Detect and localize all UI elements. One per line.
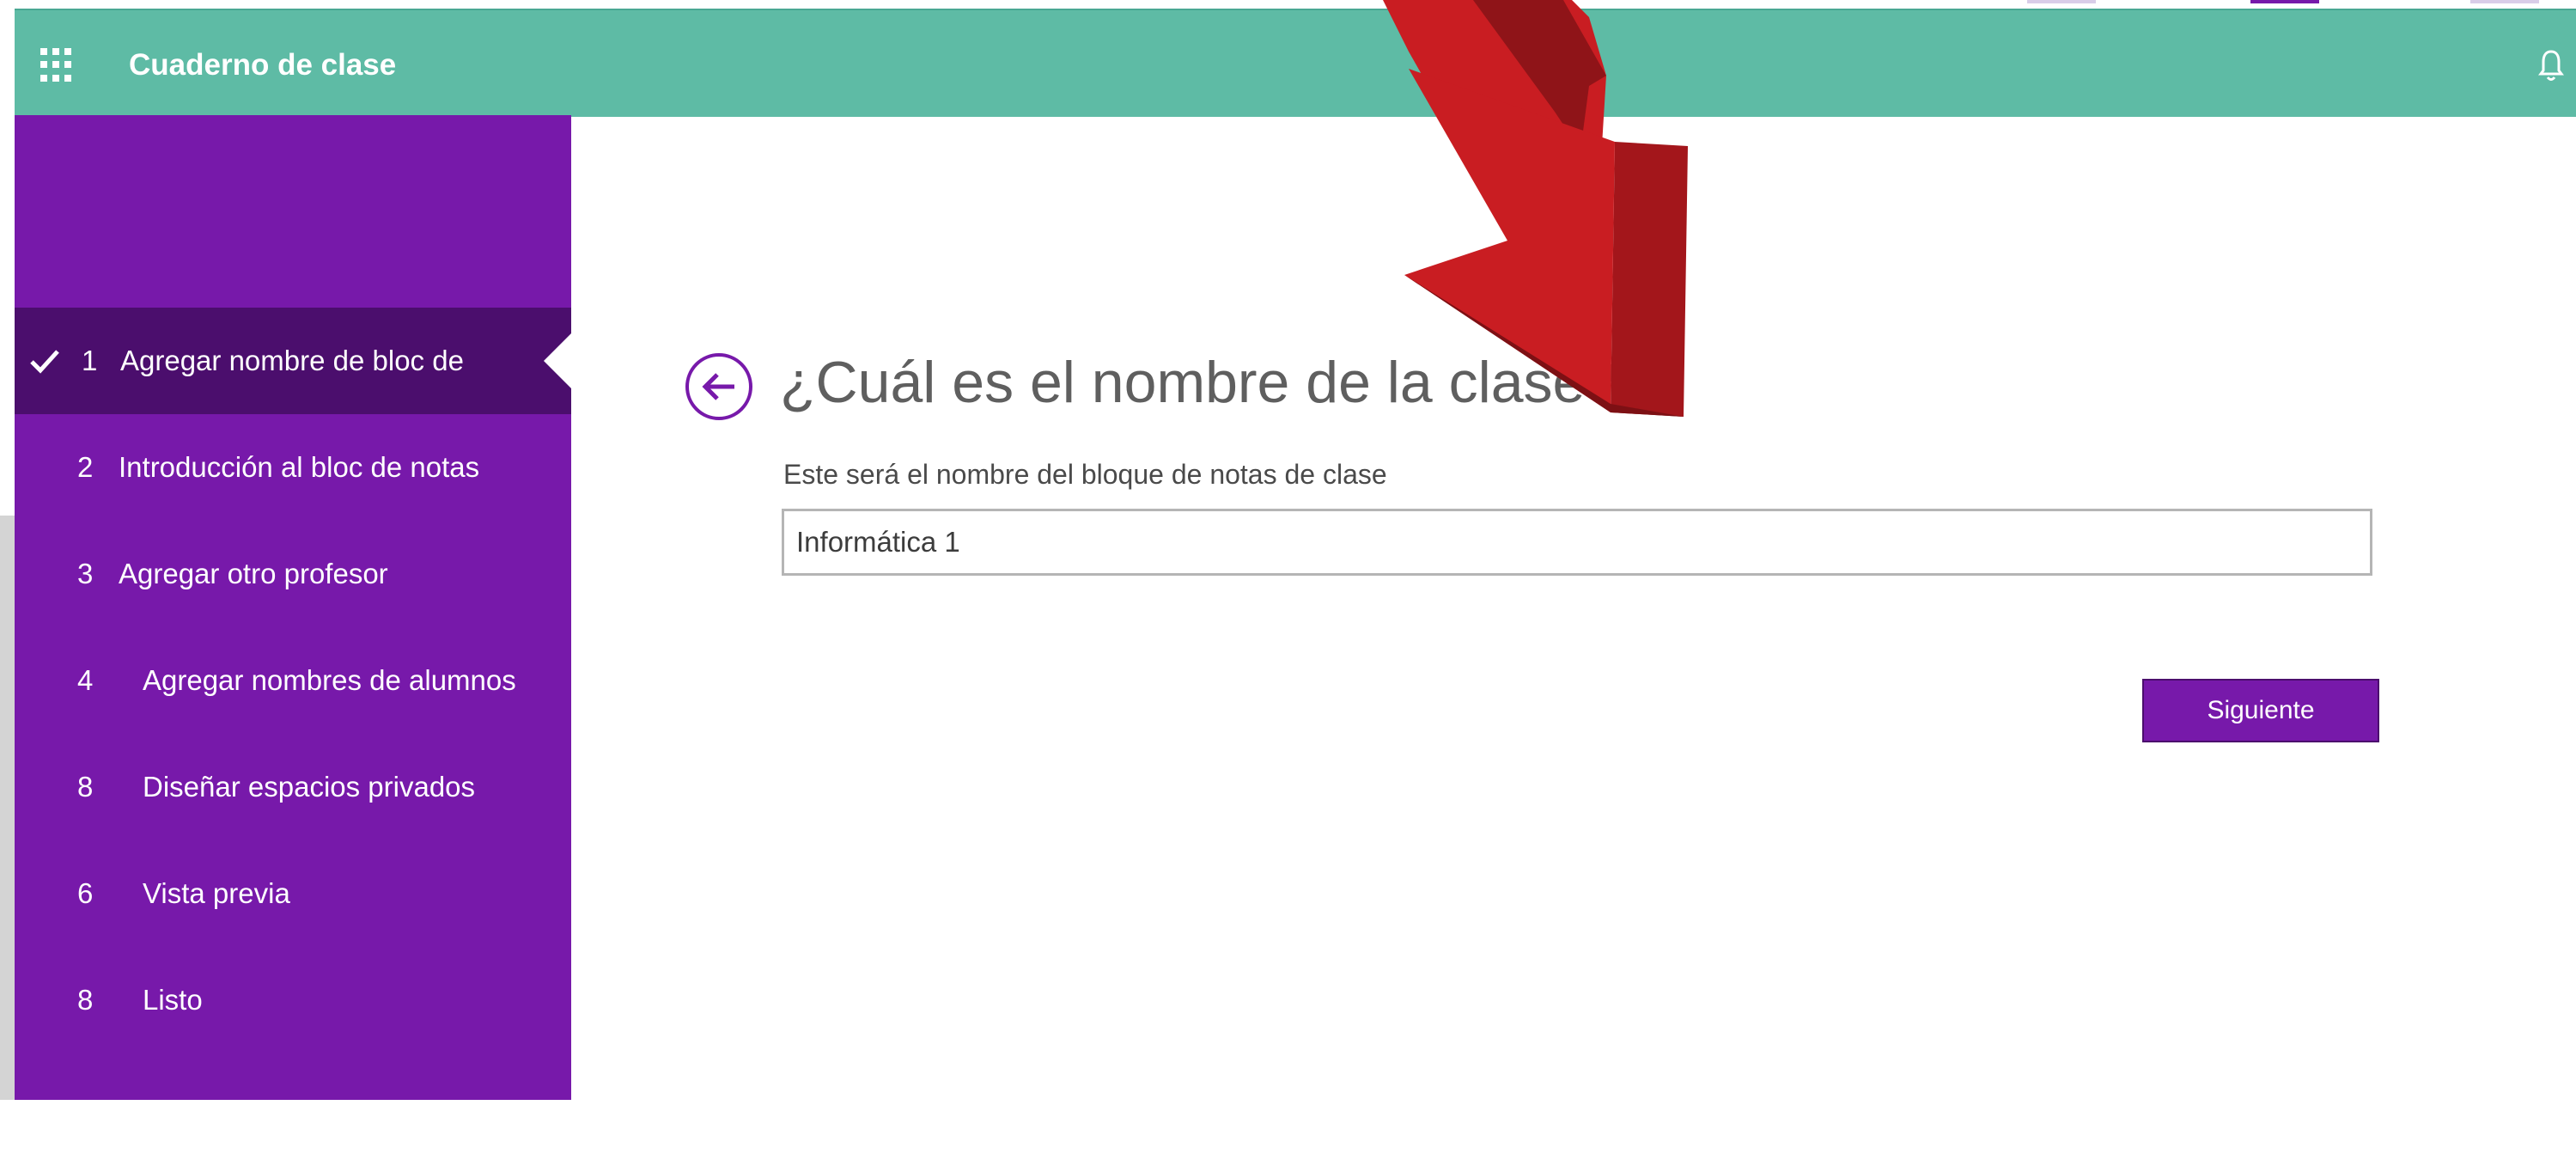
step-number: 4 — [77, 664, 94, 696]
step-number: 6 — [77, 877, 94, 909]
waffle-icon[interactable] — [40, 48, 75, 82]
step-label: Listo — [143, 984, 203, 1016]
top-edge-tab — [2027, 0, 2096, 3]
step-label: Agregar nombres de alumnos — [143, 664, 516, 696]
class-name-label: Este será el nombre del bloque de notas … — [783, 459, 1387, 490]
class-name-input[interactable] — [782, 509, 2372, 576]
active-step-pointer — [544, 332, 573, 390]
back-arrow-icon[interactable] — [683, 351, 755, 423]
red-pointer-arrow — [1383, 0, 1688, 417]
step-5-private-spaces[interactable]: 8 Diseñar espacios privados — [15, 734, 571, 840]
step-number: 8 — [77, 771, 94, 803]
step-7-done[interactable]: 8 Listo — [15, 947, 571, 1053]
step-label: Introducción al bloc de notas — [119, 451, 480, 483]
step-6-preview[interactable]: 6 Vista previa — [15, 840, 571, 947]
step-label: Agregar otro profesor — [119, 558, 388, 589]
step-8-partial[interactable]: 7 — [15, 1053, 571, 1160]
app-title: Cuaderno de clase — [129, 48, 397, 82]
step-label: Diseñar espacios privados — [143, 771, 476, 803]
step-label: Agregar nombre de bloc de — [120, 345, 464, 376]
step-number: 7 — [77, 1113, 94, 1145]
top-edge-tab — [2470, 0, 2539, 3]
window-left-edge-shadow — [0, 516, 15, 1100]
step-1-add-notebook-name[interactable]: 1 Agregar nombre de bloc de — [15, 308, 573, 414]
top-edge-tab-active — [2250, 0, 2319, 3]
step-number: 3 — [77, 558, 94, 589]
bell-icon[interactable] — [2536, 46, 2566, 84]
step-number: 2 — [77, 451, 94, 483]
wizard-steps-sidebar: 1 Agregar nombre de bloc de 2 Introducci… — [15, 115, 573, 1145]
step-label: Vista previa — [143, 877, 290, 909]
app-header: Cuaderno de clase — [15, 9, 2576, 117]
step-3-add-teacher[interactable]: 3 Agregar otro profesor — [15, 521, 571, 627]
step-number: 8 — [77, 984, 94, 1016]
step-2-notebook-intro[interactable]: 2 Introducción al bloc de notas — [15, 414, 571, 521]
checkmark-icon — [30, 350, 59, 374]
step-number: 1 — [82, 345, 98, 376]
next-button[interactable]: Siguiente — [2142, 679, 2379, 742]
step-4-add-students[interactable]: 4 Agregar nombres de alumnos — [15, 627, 571, 734]
